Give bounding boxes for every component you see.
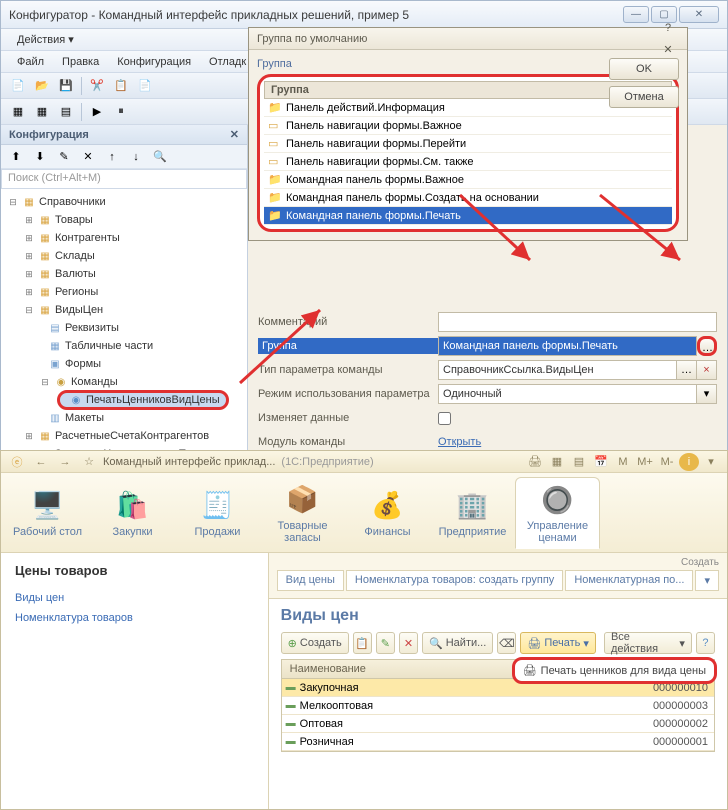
- mode-dropdown[interactable]: ▾: [697, 384, 717, 404]
- group-select-popup: Группа по умолчанию ? ✕ Группа Группа 📁П…: [248, 27, 688, 241]
- section-stock[interactable]: 📦Товарные запасы: [260, 477, 345, 549]
- find-button[interactable]: 🔍Найти...: [422, 632, 493, 654]
- pane-header: Конфигурация✕: [1, 125, 247, 145]
- info-icon[interactable]: i: [679, 453, 699, 471]
- m-minus-icon[interactable]: M-: [657, 453, 677, 471]
- ok-button[interactable]: OK: [609, 58, 679, 80]
- section-finance[interactable]: 💰Финансы: [345, 477, 430, 549]
- copy-icon[interactable]: 📋: [353, 632, 372, 654]
- group-browse-button[interactable]: …: [697, 336, 717, 356]
- tb-icon[interactable]: ⏸: [110, 101, 132, 123]
- create-link[interactable]: Вид цены: [277, 570, 344, 591]
- nav-pane: Цены товаров Виды цен Номенклатура товар…: [1, 553, 269, 809]
- new-icon[interactable]: 📄: [7, 75, 29, 97]
- m-plus-icon[interactable]: M+: [635, 453, 655, 471]
- tree-icon[interactable]: ✎: [53, 146, 75, 168]
- open-module-link[interactable]: Открыть: [438, 436, 481, 448]
- menu-edit[interactable]: Правка: [54, 54, 107, 70]
- delete-icon[interactable]: ✕: [399, 632, 418, 654]
- back-icon[interactable]: ←: [31, 453, 51, 471]
- tool-icon[interactable]: ▦: [547, 453, 567, 471]
- tree-search[interactable]: Поиск (Ctrl+Alt+M): [1, 169, 247, 189]
- section-prices[interactable]: 🔘Управление ценами: [515, 477, 600, 549]
- section-desktop[interactable]: 🖥️Рабочий стол: [5, 477, 90, 549]
- create-link[interactable]: Номенклатура товаров: создать группу: [346, 570, 563, 591]
- pane-close-icon[interactable]: ✕: [230, 128, 239, 141]
- nav-link[interactable]: Номенклатура товаров: [15, 608, 254, 628]
- tb-icon[interactable]: ▦: [31, 101, 53, 123]
- menu-debug[interactable]: Отладк: [201, 54, 254, 70]
- paste-icon[interactable]: 📄: [134, 75, 156, 97]
- config-tree-pane: Конфигурация✕ ⬆ ⬇ ✎ ✕ ↑ ↓ 🔍 Поиск (Ctrl+…: [1, 125, 248, 471]
- save-icon[interactable]: 💾: [55, 75, 77, 97]
- favorite-icon[interactable]: ☆: [79, 453, 99, 471]
- cancel-button[interactable]: Отмена: [609, 86, 679, 108]
- close-button[interactable]: ✕: [679, 6, 719, 23]
- table-row[interactable]: ▬Мелкооптовая000000003: [282, 697, 714, 715]
- nav-link[interactable]: Виды цен: [15, 588, 254, 608]
- param-mode-select[interactable]: Одиночный: [438, 384, 697, 404]
- tree-icon[interactable]: ↓: [125, 146, 147, 168]
- param-type-input[interactable]: СправочникСсылка.ВидыЦен: [438, 360, 677, 380]
- minimize-button[interactable]: —: [623, 6, 649, 23]
- param-clear[interactable]: ×: [697, 360, 717, 380]
- comment-input[interactable]: [438, 312, 717, 332]
- table-row[interactable]: ▬Оптовая000000002: [282, 715, 714, 733]
- titlebar: Конфигуратор - Командный интерфейс прикл…: [1, 1, 727, 29]
- menu-file[interactable]: Файл: [9, 54, 52, 70]
- group-list[interactable]: 📁Панель действий.Информация ▭Панель нави…: [264, 99, 672, 225]
- list-title: Виды цен: [281, 607, 715, 625]
- table-row[interactable]: ▬Розничная000000001: [282, 733, 714, 751]
- selected-group-item: 📁Командная панель формы.Печать: [264, 207, 672, 225]
- menu-config[interactable]: Конфигурация: [109, 54, 199, 70]
- tree-toolbar: ⬆ ⬇ ✎ ✕ ↑ ↓ 🔍: [1, 145, 247, 169]
- print-dropdown[interactable]: 🖨Печать ▾: [520, 632, 596, 654]
- section-sales[interactable]: 🧾Продажи: [175, 477, 260, 549]
- more-icon[interactable]: ▾: [695, 570, 719, 591]
- clear-find-icon[interactable]: ⌫: [497, 632, 516, 654]
- tb-icon[interactable]: ▦: [7, 101, 29, 123]
- config-tree[interactable]: ⊟▦Справочники ⊞▦Товары ⊞▦Контрагенты ⊞▦С…: [1, 189, 247, 471]
- enterprise-window: ⓔ ← → ☆ Командный интерфейс приклад... (…: [0, 450, 728, 810]
- calendar-icon[interactable]: 📅: [591, 453, 611, 471]
- param-browse[interactable]: …: [677, 360, 697, 380]
- logo-icon: ⓔ: [7, 453, 27, 471]
- tb-icon[interactable]: ▤: [55, 101, 77, 123]
- modifies-checkbox[interactable]: [438, 412, 451, 425]
- cut-icon[interactable]: ✂️: [86, 75, 108, 97]
- tree-icon[interactable]: 🔍: [149, 146, 171, 168]
- print-menu-item[interactable]: 🖨 Печать ценников для вида цены: [512, 657, 717, 684]
- actions-menu[interactable]: Действия ▾: [9, 31, 82, 48]
- window-title: Конфигуратор - Командный интерфейс прикл…: [9, 8, 623, 22]
- create-button[interactable]: ⊕Создать: [281, 632, 349, 654]
- all-actions-button[interactable]: Все действия ▾: [604, 632, 692, 654]
- copy-icon[interactable]: 📋: [110, 75, 132, 97]
- tb-icon[interactable]: ▶: [86, 101, 108, 123]
- create-link[interactable]: Номенклатурная по...: [565, 570, 693, 591]
- dropdown-icon[interactable]: ▾: [701, 453, 721, 471]
- printer-icon: 🖨: [523, 664, 537, 677]
- help-icon[interactable]: ?: [696, 632, 715, 654]
- enterprise-titlebar: ⓔ ← → ☆ Командный интерфейс приклад... (…: [1, 451, 727, 473]
- tree-icon[interactable]: ⬆: [5, 146, 27, 168]
- popup-help[interactable]: ?: [657, 17, 679, 39]
- group-input[interactable]: Командная панель формы.Печать: [438, 336, 697, 356]
- tree-icon[interactable]: ↑: [101, 146, 123, 168]
- forward-icon[interactable]: →: [55, 453, 75, 471]
- open-icon[interactable]: 📂: [31, 75, 53, 97]
- tree-icon[interactable]: ⬇: [29, 146, 51, 168]
- section-purchases[interactable]: 🛍️Закупки: [90, 477, 175, 549]
- nav-title: Цены товаров: [15, 563, 254, 578]
- content-pane: Создать Вид цены Номенклатура товаров: с…: [269, 553, 727, 809]
- m-icon[interactable]: M: [613, 453, 633, 471]
- list-toolbar: ⊕Создать 📋 ✎ ✕ 🔍Найти... ⌫ 🖨Печать ▾ Все…: [281, 631, 715, 655]
- edit-icon[interactable]: ✎: [376, 632, 395, 654]
- section-panel: 🖥️Рабочий стол 🛍️Закупки 🧾Продажи 📦Товар…: [1, 473, 727, 553]
- calc-icon[interactable]: ▤: [569, 453, 589, 471]
- print-icon[interactable]: 🖨: [525, 453, 545, 471]
- section-enterprise[interactable]: 🏢Предприятие: [430, 477, 515, 549]
- tree-icon[interactable]: ✕: [77, 146, 99, 168]
- tree-print-command[interactable]: ◉ПечатьЦенниковВидЦены: [1, 391, 247, 409]
